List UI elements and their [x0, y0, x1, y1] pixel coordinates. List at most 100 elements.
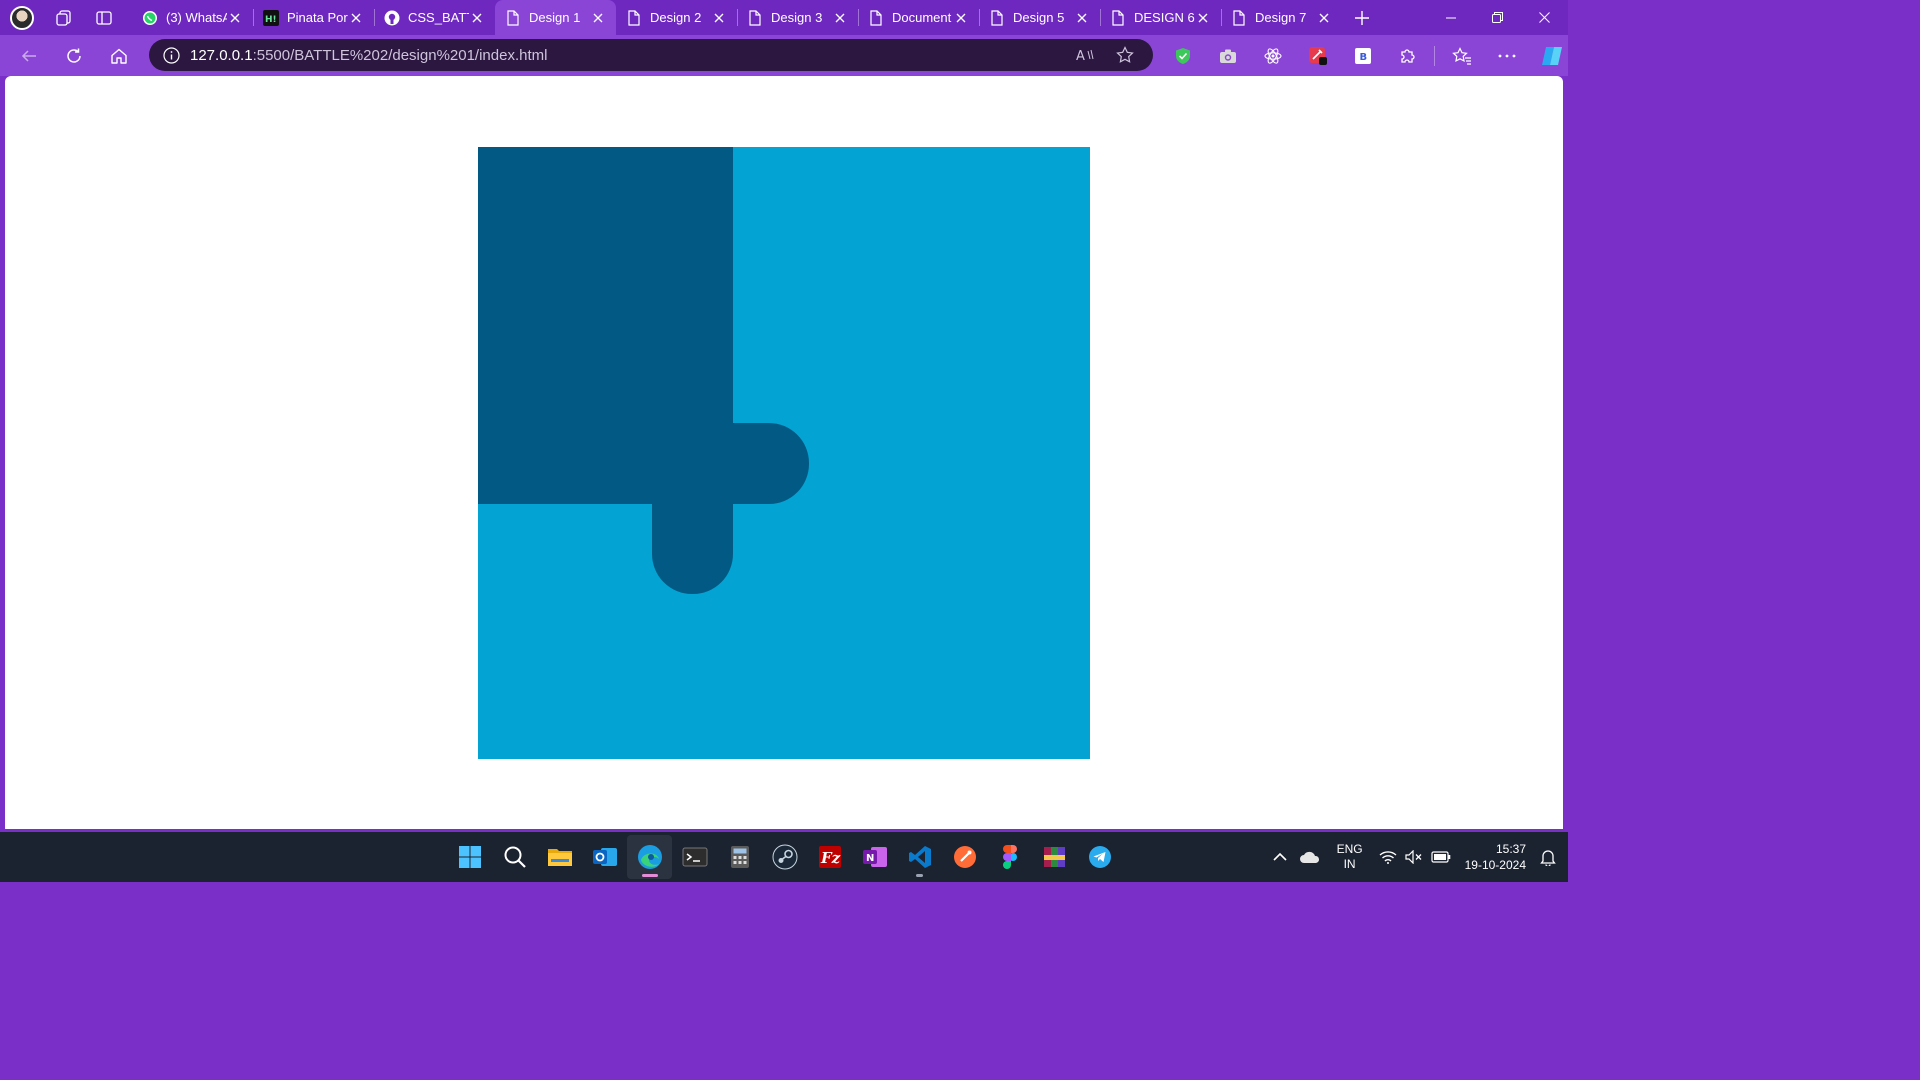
favorites-list-icon — [1451, 46, 1471, 65]
home-icon — [110, 48, 127, 64]
postman-icon — [953, 846, 976, 868]
quick-settings-button[interactable] — [1373, 832, 1457, 882]
puzzle-piece-dark — [478, 147, 733, 504]
tab-title: Design 5 — [1013, 10, 1065, 25]
workspaces-button[interactable] — [44, 0, 84, 35]
url-text[interactable]: 127.0.0.1:5500/BATTLE%202/design%201/ind… — [190, 47, 547, 64]
read-aloud-button[interactable]: A — [1065, 37, 1105, 73]
extension-react[interactable] — [1250, 38, 1295, 74]
calculator-app[interactable] — [717, 835, 762, 879]
extension-color-picker[interactable] — [1295, 38, 1340, 74]
terminal-app[interactable] — [672, 835, 717, 879]
steam-icon — [772, 844, 797, 870]
figma-icon — [1002, 845, 1017, 869]
close-window-button[interactable] — [1521, 0, 1568, 35]
vscode-icon — [908, 846, 931, 868]
close-icon[interactable] — [469, 10, 485, 26]
edge-icon — [637, 845, 662, 869]
copilot-button[interactable] — [1529, 38, 1574, 74]
tab-document[interactable]: Document — [858, 0, 979, 35]
shield-icon — [1175, 47, 1190, 64]
filezilla-app[interactable]: Fz — [807, 835, 852, 879]
close-icon[interactable] — [1316, 10, 1332, 26]
vscode-app[interactable] — [897, 835, 942, 879]
telegram-app[interactable] — [1077, 835, 1122, 879]
new-tab-button[interactable] — [1342, 0, 1382, 35]
back-button[interactable] — [6, 38, 51, 74]
tab-design-3[interactable]: Design 3 — [737, 0, 858, 35]
clock-button[interactable]: 15:37 19-10-2024 — [1457, 841, 1534, 873]
close-icon[interactable] — [832, 10, 848, 26]
close-icon[interactable] — [953, 10, 969, 26]
info-icon[interactable] — [163, 46, 180, 64]
extension-shield[interactable] — [1160, 38, 1205, 74]
winrar-app[interactable] — [1032, 835, 1077, 879]
vertical-tabs-button[interactable] — [84, 0, 124, 35]
favorite-button[interactable] — [1105, 37, 1145, 73]
minimize-button[interactable] — [1427, 0, 1474, 35]
tab-design-5[interactable]: Design 5 — [979, 0, 1100, 35]
battery-icon — [1431, 851, 1450, 863]
postman-app[interactable] — [942, 835, 987, 879]
wifi-icon — [1379, 851, 1397, 864]
tab-title: Document — [892, 10, 952, 25]
address-bar[interactable]: 127.0.0.1:5500/BATTLE%202/design%201/ind… — [149, 39, 1153, 71]
tab-title: Pinata Port — [287, 10, 348, 25]
tab-design-2[interactable]: Design 2 — [616, 0, 737, 35]
tab-title: Design 7 — [1255, 10, 1307, 25]
read-aloud-icon: A — [1076, 49, 1094, 63]
language-code: ENG — [1336, 842, 1363, 856]
search-button[interactable] — [492, 835, 537, 879]
url-host: 127.0.0.1 — [190, 46, 253, 64]
close-icon[interactable] — [711, 10, 727, 26]
onedrive-button[interactable] — [1293, 832, 1327, 882]
start-button[interactable] — [447, 835, 492, 879]
steam-app[interactable] — [762, 835, 807, 879]
close-icon[interactable] — [590, 10, 606, 26]
notifications-button[interactable] — [1534, 832, 1568, 882]
figma-app[interactable] — [987, 835, 1032, 879]
outlook-app[interactable] — [582, 835, 627, 879]
language-region: IN — [1343, 857, 1356, 871]
close-icon[interactable] — [227, 10, 243, 26]
close-icon — [1539, 12, 1550, 23]
extensions-button[interactable] — [1385, 38, 1430, 74]
window-controls — [1427, 0, 1568, 35]
profile-button[interactable] — [0, 0, 44, 35]
close-icon[interactable] — [1195, 10, 1211, 26]
tab-title: Design 1 — [529, 10, 581, 25]
extension-b[interactable]: B — [1340, 38, 1385, 74]
close-icon[interactable] — [1074, 10, 1090, 26]
clock-time: 15:37 — [1495, 842, 1526, 856]
tab-design-1[interactable]: Design 1 — [495, 0, 616, 35]
input-language-button[interactable]: ENG IN — [1327, 842, 1373, 872]
tab-title: (3) WhatsA — [166, 10, 227, 25]
tab-actions-icon — [96, 10, 112, 25]
home-button[interactable] — [96, 38, 141, 74]
clock-date: 19-10-2024 — [1464, 858, 1526, 872]
close-icon[interactable] — [348, 10, 364, 26]
edge-app[interactable] — [627, 835, 672, 879]
page-icon — [989, 9, 1005, 26]
tab-design-7[interactable]: Design 7 — [1221, 0, 1342, 35]
folder-icon — [547, 849, 572, 866]
tab-design-6[interactable]: DESIGN 6 — [1100, 0, 1221, 35]
restore-icon — [1492, 12, 1503, 23]
refresh-button[interactable] — [51, 38, 96, 74]
tab-github[interactable]: CSS_BATTL — [374, 0, 495, 35]
file-explorer-app[interactable] — [537, 835, 582, 879]
tab-whatsapp[interactable]: (3) WhatsA — [132, 0, 253, 35]
restore-button[interactable] — [1474, 0, 1521, 35]
chevron-up-icon — [1273, 852, 1287, 861]
tab-title: DESIGN 6 — [1134, 10, 1195, 25]
terminal-icon — [682, 847, 707, 867]
page-icon — [1110, 9, 1126, 26]
settings-menu-button[interactable] — [1484, 38, 1529, 74]
tab-pinata[interactable]: H! Pinata Port — [253, 0, 374, 35]
onenote-app[interactable]: N — [852, 835, 897, 879]
system-tray: ENG IN 15:37 19-10-2024 — [1267, 832, 1568, 882]
puzzle-knob-bottom — [652, 477, 733, 594]
favorites-button[interactable] — [1439, 38, 1484, 74]
extension-camera[interactable] — [1205, 38, 1250, 74]
show-hidden-icons-button[interactable] — [1267, 832, 1293, 882]
